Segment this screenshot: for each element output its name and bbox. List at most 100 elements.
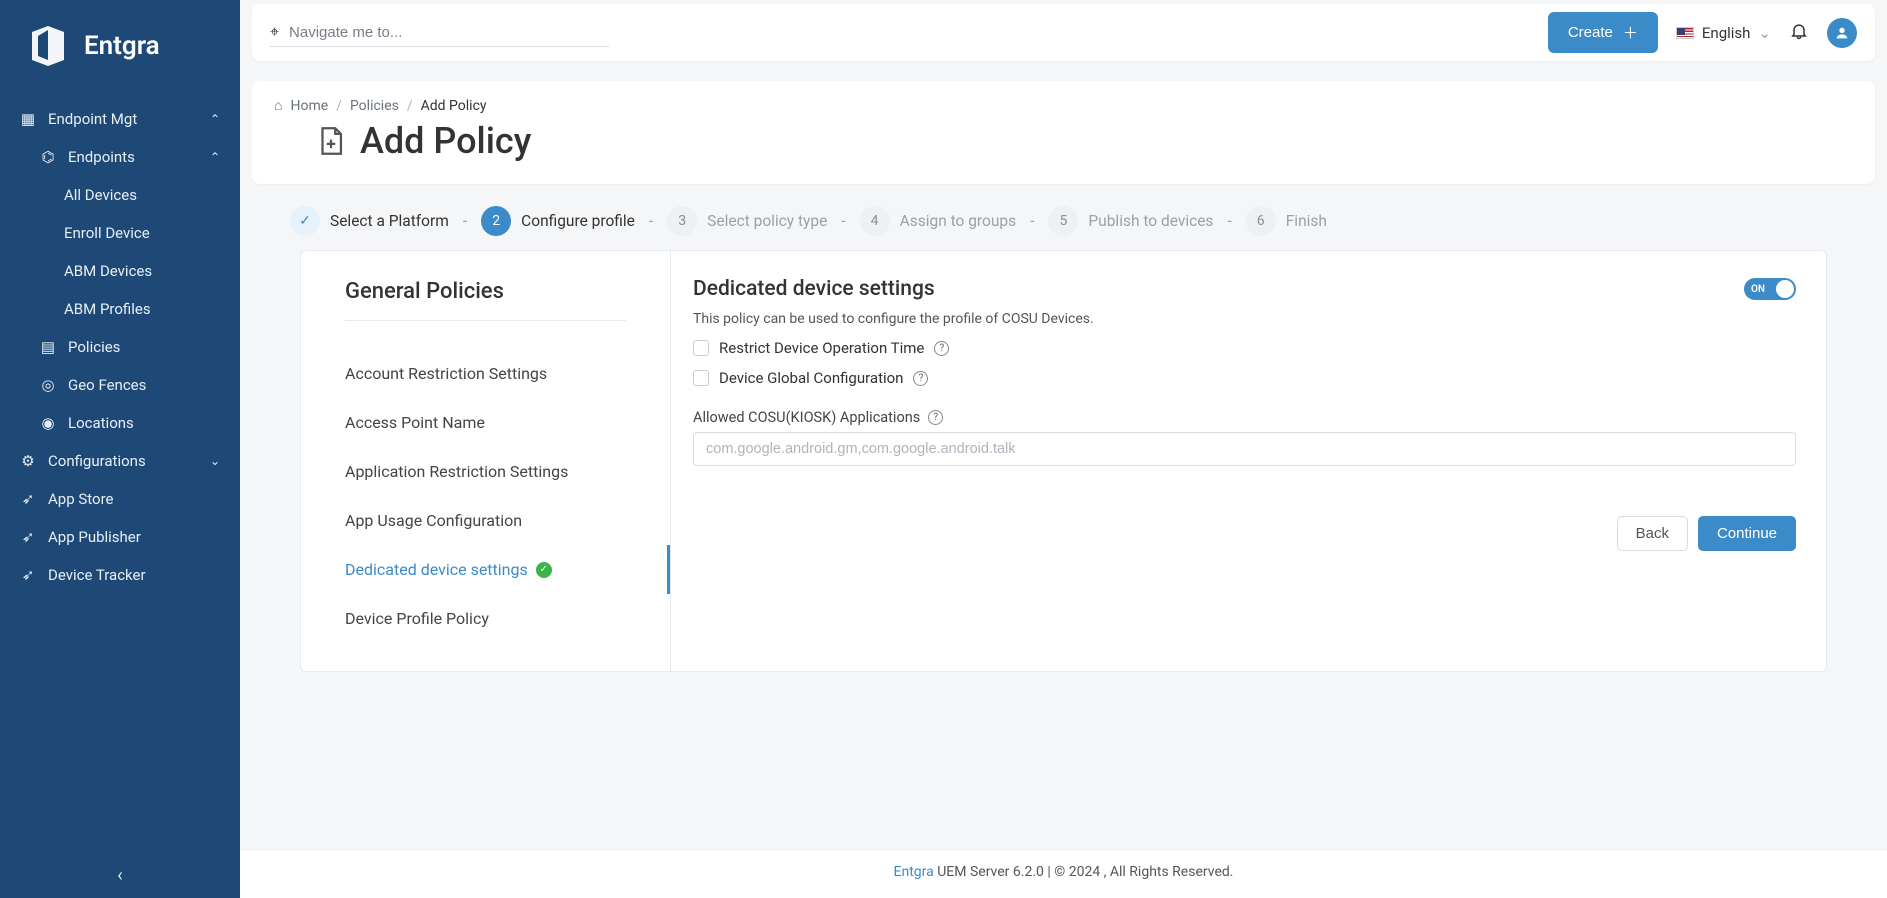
step-select-policy-type[interactable]: 3 Select policy type [667,206,827,236]
step-assign-groups[interactable]: 4 Assign to groups [860,206,1017,236]
policy-item-label: Access Point Name [345,413,485,432]
continue-button[interactable]: Continue [1698,516,1796,551]
page-title-text: Add Policy [360,120,531,162]
step-configure-profile[interactable]: 2 Configure profile [481,206,635,236]
sidebar-label: Locations [68,414,134,432]
policy-item-label: Device Profile Policy [345,609,489,628]
step-separator: - [1030,212,1034,230]
sidebar-item-endpoints[interactable]: ⌬ Endpoints ⌃ [0,138,240,176]
language-selector[interactable]: English ⌄ [1676,24,1771,42]
sidebar-collapse[interactable]: ‹ [0,853,240,898]
footer-text: UEM Server 6.2.0 | © 2024 , All Rights R… [934,864,1234,880]
breadcrumb-policies[interactable]: Policies [350,98,399,114]
info-icon[interactable]: ? [934,341,949,356]
step-label: Select policy type [707,212,827,230]
sidebar-label: ABM Profiles [64,300,151,318]
navigate-search[interactable]: ⌖ [270,18,609,47]
info-icon[interactable]: ? [928,410,943,425]
breadcrumb: ⌂ Home / Policies / Add Policy [274,97,1853,114]
sidebar: Entgra ▦ Endpoint Mgt ⌃ ⌬ Endpoints ⌃ Al… [0,0,240,898]
chevron-left-icon: ‹ [117,865,122,886]
rocket-icon: ➶ [20,567,36,583]
step-select-platform[interactable]: ✓ Select a Platform [290,206,449,236]
back-button[interactable]: Back [1617,516,1688,551]
allowed-apps-input[interactable] [693,432,1796,466]
policy-enable-toggle[interactable]: ON [1744,278,1796,300]
step-number: 6 [1246,206,1276,236]
restrict-time-checkbox[interactable] [693,340,709,356]
step-label: Configure profile [521,212,635,230]
page-title: Add Policy [314,120,1853,162]
step-separator: - [1227,212,1231,230]
create-label: Create [1568,24,1613,41]
sidebar-item-app-publisher[interactable]: ➶ App Publisher [0,518,240,556]
step-number: 5 [1048,206,1078,236]
file-add-icon [314,124,348,158]
sidebar-label: App Publisher [48,528,141,546]
location-icon: ◉ [40,415,56,431]
policy-item-device-profile[interactable]: Device Profile Policy [345,594,626,643]
policy-item-dedicated-device[interactable]: Dedicated device settings ✓ [345,545,626,594]
breadcrumb-home[interactable]: Home [290,98,328,114]
flag-us-icon [1676,27,1694,39]
footer: Entgra UEM Server 6.2.0 | © 2024 , All R… [240,849,1887,898]
user-icon [1834,25,1850,41]
step-separator: - [841,212,845,230]
allowed-apps-label: Allowed COSU(KIOSK) Applications [693,409,920,426]
policy-item-access-point[interactable]: Access Point Name [345,398,626,447]
brand-name: Entgra [84,31,160,61]
sidebar-item-geo-fences[interactable]: ◎ Geo Fences [0,366,240,404]
form-title: Dedicated device settings [693,277,935,301]
policy-item-account-restriction[interactable]: Account Restriction Settings [345,349,626,398]
bell-icon [1789,21,1809,41]
policy-item-label: Account Restriction Settings [345,364,547,383]
policies-icon: ▤ [40,339,56,355]
step-label: Publish to devices [1088,212,1213,230]
policy-category-list: General Policies Account Restriction Set… [301,251,671,671]
target-icon: ⌖ [270,22,279,42]
step-finish[interactable]: 6 Finish [1246,206,1327,236]
sidebar-item-abm-profiles[interactable]: ABM Profiles [0,290,240,328]
sidebar-item-all-devices[interactable]: All Devices [0,176,240,214]
back-label: Back [1636,525,1669,542]
form-description: This policy can be used to configure the… [693,311,1796,327]
policy-list-heading: General Policies [345,279,626,321]
wizard-steps: ✓ Select a Platform - 2 Configure profil… [240,184,1887,246]
breadcrumb-current: Add Policy [421,98,487,114]
step-separator: - [463,212,467,230]
policy-item-app-restriction[interactable]: Application Restriction Settings [345,447,626,496]
sidebar-label: Device Tracker [48,566,146,584]
info-icon[interactable]: ? [913,371,928,386]
sidebar-nav: ▦ Endpoint Mgt ⌃ ⌬ Endpoints ⌃ All Devic… [0,100,240,853]
step-separator: - [649,212,653,230]
sidebar-item-configurations[interactable]: ⚙ Configurations ⌄ [0,442,240,480]
sidebar-item-enroll-device[interactable]: Enroll Device [0,214,240,252]
sidebar-label: Enroll Device [64,224,150,242]
policy-item-label: App Usage Configuration [345,511,522,530]
global-config-checkbox[interactable] [693,370,709,386]
avatar[interactable] [1827,18,1857,48]
sidebar-item-device-tracker[interactable]: ➶ Device Tracker [0,556,240,594]
sidebar-item-app-store[interactable]: ➶ App Store [0,480,240,518]
navigate-input[interactable] [289,24,609,41]
step-label: Assign to groups [900,212,1017,230]
brand-logo[interactable]: Entgra [0,0,240,100]
sidebar-item-endpoint-mgt[interactable]: ▦ Endpoint Mgt ⌃ [0,100,240,138]
step-publish[interactable]: 5 Publish to devices [1048,206,1213,236]
grid-icon: ▦ [20,111,36,127]
sidebar-item-abm-devices[interactable]: ABM Devices [0,252,240,290]
chevron-up-icon: ⌃ [210,150,220,164]
sidebar-item-policies[interactable]: ▤ Policies [0,328,240,366]
sidebar-label: Endpoints [68,148,135,166]
language-label: English [1702,24,1751,42]
notifications-button[interactable] [1789,21,1809,45]
check-icon: ✓ [290,206,320,236]
restrict-time-label: Restrict Device Operation Time [719,339,924,357]
policy-item-app-usage[interactable]: App Usage Configuration [345,496,626,545]
rocket-icon: ➶ [20,491,36,507]
sidebar-item-locations[interactable]: ◉ Locations [0,404,240,442]
main: ⌖ Create ＋ English ⌄ ⌂ Home [240,0,1887,898]
create-button[interactable]: Create ＋ [1548,12,1658,53]
footer-brand-link[interactable]: Entgra [894,864,934,880]
step-number: 3 [667,206,697,236]
